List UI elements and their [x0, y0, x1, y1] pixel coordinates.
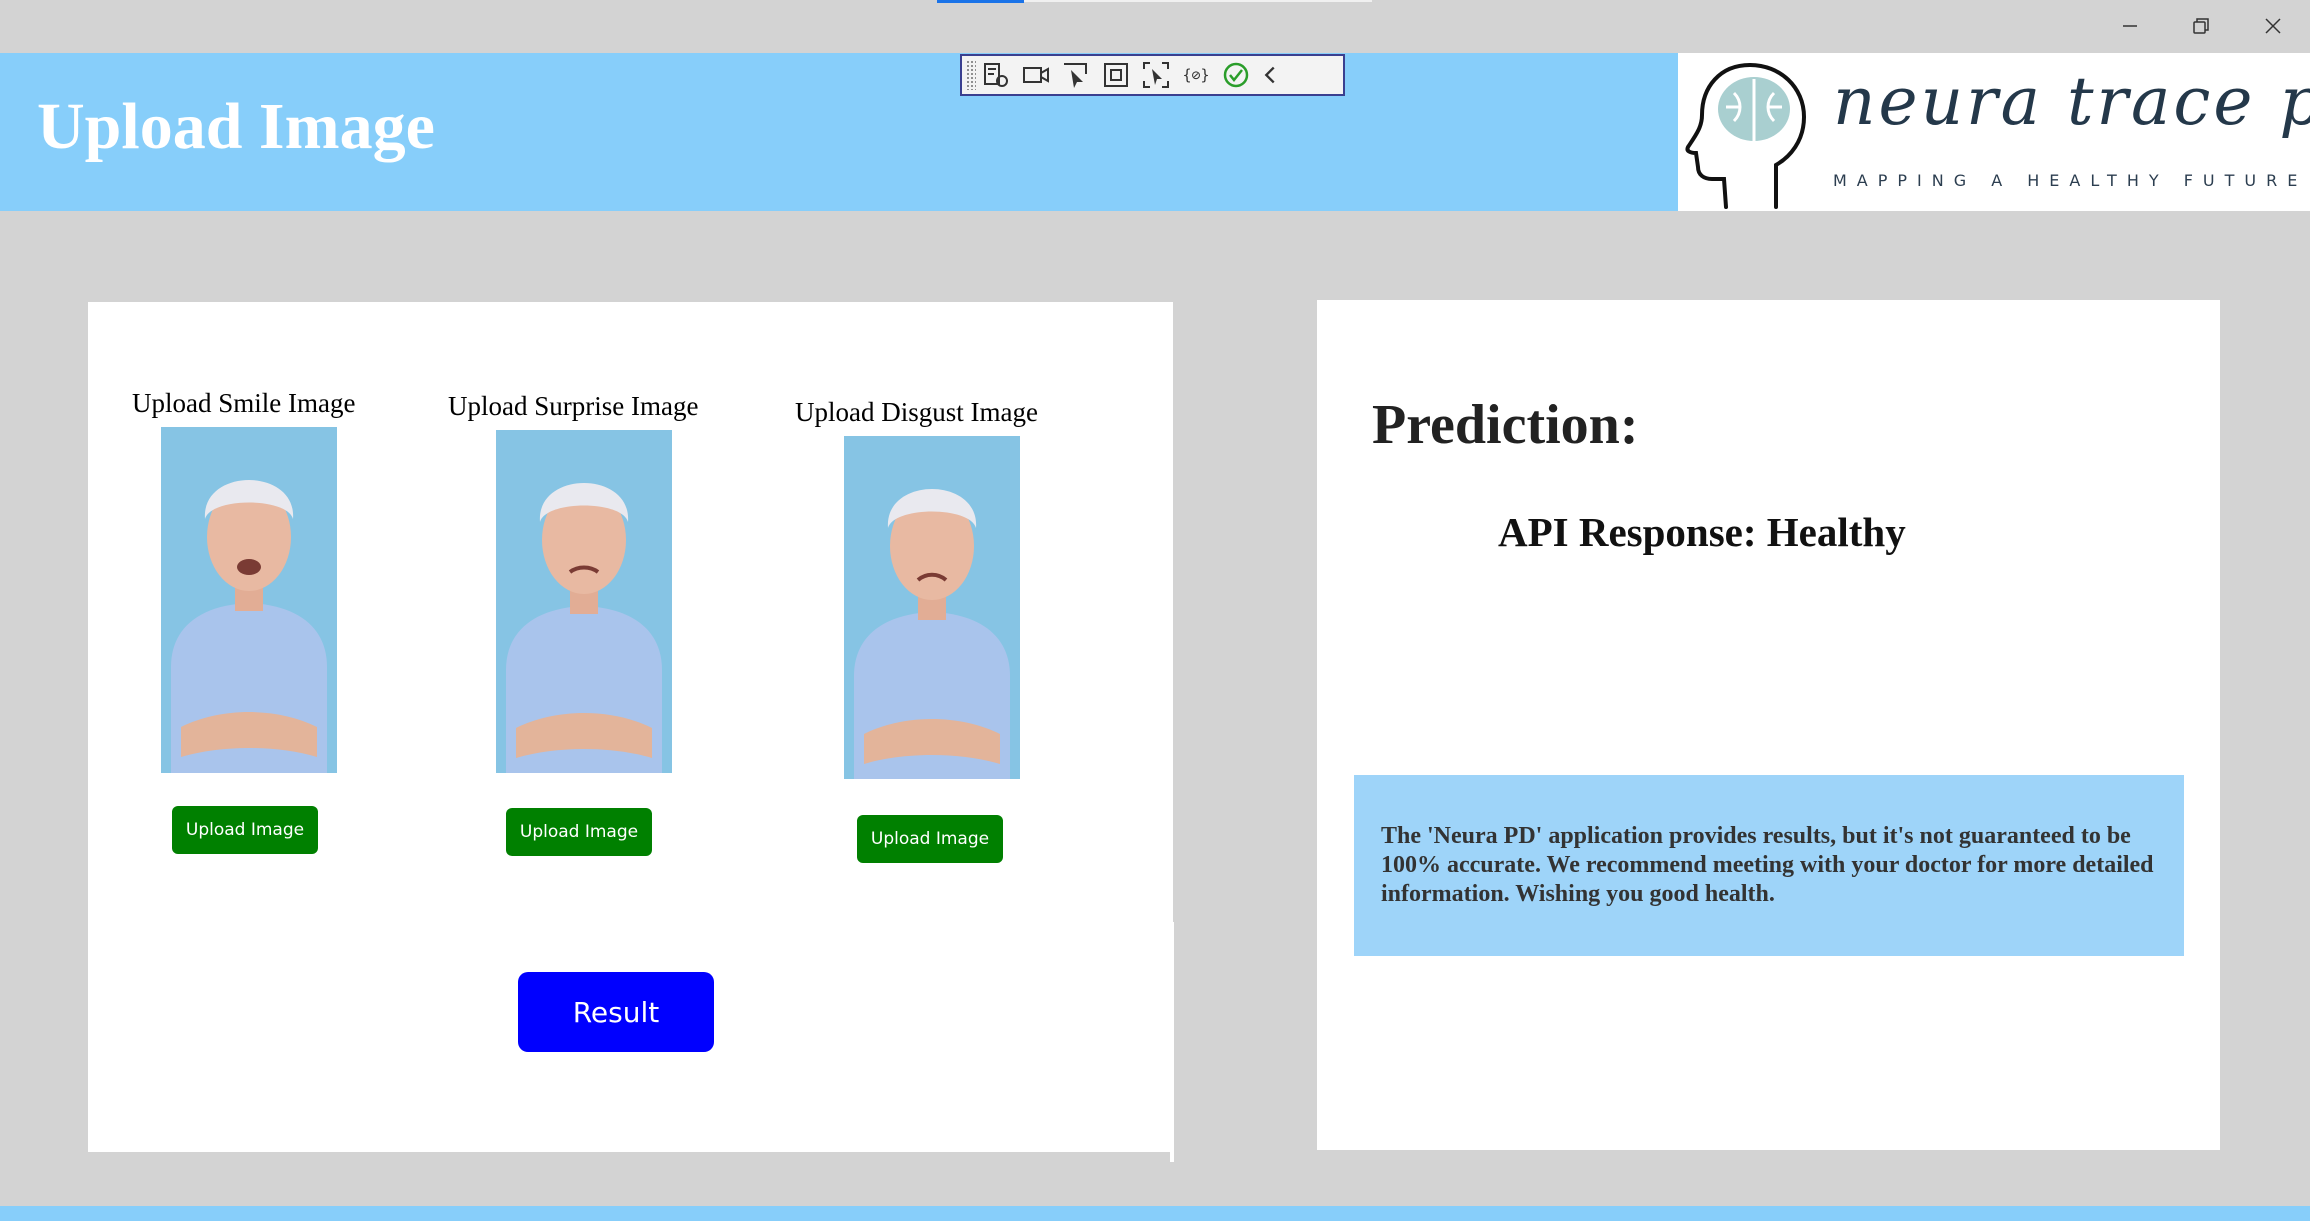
toolbar-grip[interactable] [966, 60, 976, 90]
api-response-text: API Response: Healthy [1498, 509, 1906, 555]
page-title: Upload Image [37, 90, 435, 163]
disclaimer-text: The 'Neura PD' application provides resu… [1381, 823, 2154, 907]
smile-upload-label: Upload Smile Image [132, 388, 356, 418]
minimize-icon[interactable] [2107, 8, 2153, 44]
binding-failures-icon[interactable]: {⊘} [1176, 57, 1216, 93]
restore-icon[interactable] [2178, 8, 2224, 44]
display-layout-adorners-icon[interactable] [1096, 57, 1136, 93]
prediction-panel: Prediction: API Response: Healthy The 'N… [1317, 300, 2220, 1150]
surprise-upload-label: Upload Surprise Image [448, 391, 699, 421]
disgust-upload-label: Upload Disgust Image [795, 397, 1038, 427]
close-icon[interactable] [2250, 8, 2296, 44]
xaml-debug-toolbar: {⊘} [960, 54, 1345, 96]
svg-text:{⊘}: {⊘} [1182, 66, 1209, 84]
prediction-heading: Prediction: [1372, 394, 1639, 456]
collapse-icon[interactable] [1256, 57, 1284, 93]
track-focus-icon[interactable] [1136, 57, 1176, 93]
head-brain-icon [1685, 63, 1807, 209]
video-icon[interactable] [1016, 57, 1056, 93]
upload-disgust-button[interactable]: Upload Image [857, 815, 1003, 863]
logo-brand-text: neura trace pd [1833, 63, 2310, 140]
disclaimer-box: The 'Neura PD' application provides resu… [1354, 775, 2184, 956]
footer-bar [0, 1206, 2310, 1221]
upload-panel: Upload Smile Image Upload Image Upload S… [88, 302, 1174, 1162]
select-element-icon[interactable] [1056, 57, 1096, 93]
surprise-image-preview [496, 430, 672, 773]
smile-image-preview [161, 427, 337, 773]
live-visual-tree-icon[interactable] [976, 57, 1016, 93]
upload-smile-button[interactable]: Upload Image [172, 806, 318, 854]
active-tab-indicator [937, 0, 1024, 3]
hot-reload-status-icon [1216, 57, 1256, 93]
upload-surprise-button[interactable]: Upload Image [506, 808, 652, 856]
logo-tagline: MAPPING A HEALTHY FUTURE [1833, 171, 2308, 190]
panel-edge [1170, 922, 1174, 1162]
disgust-image-preview [844, 436, 1020, 779]
result-button[interactable]: Result [518, 972, 714, 1052]
brand-logo: neura trace pd MAPPING A HEALTHY FUTURE [1678, 53, 2310, 211]
window-titlebar [0, 0, 2310, 53]
tab-indicator-track [1024, 0, 1372, 2]
